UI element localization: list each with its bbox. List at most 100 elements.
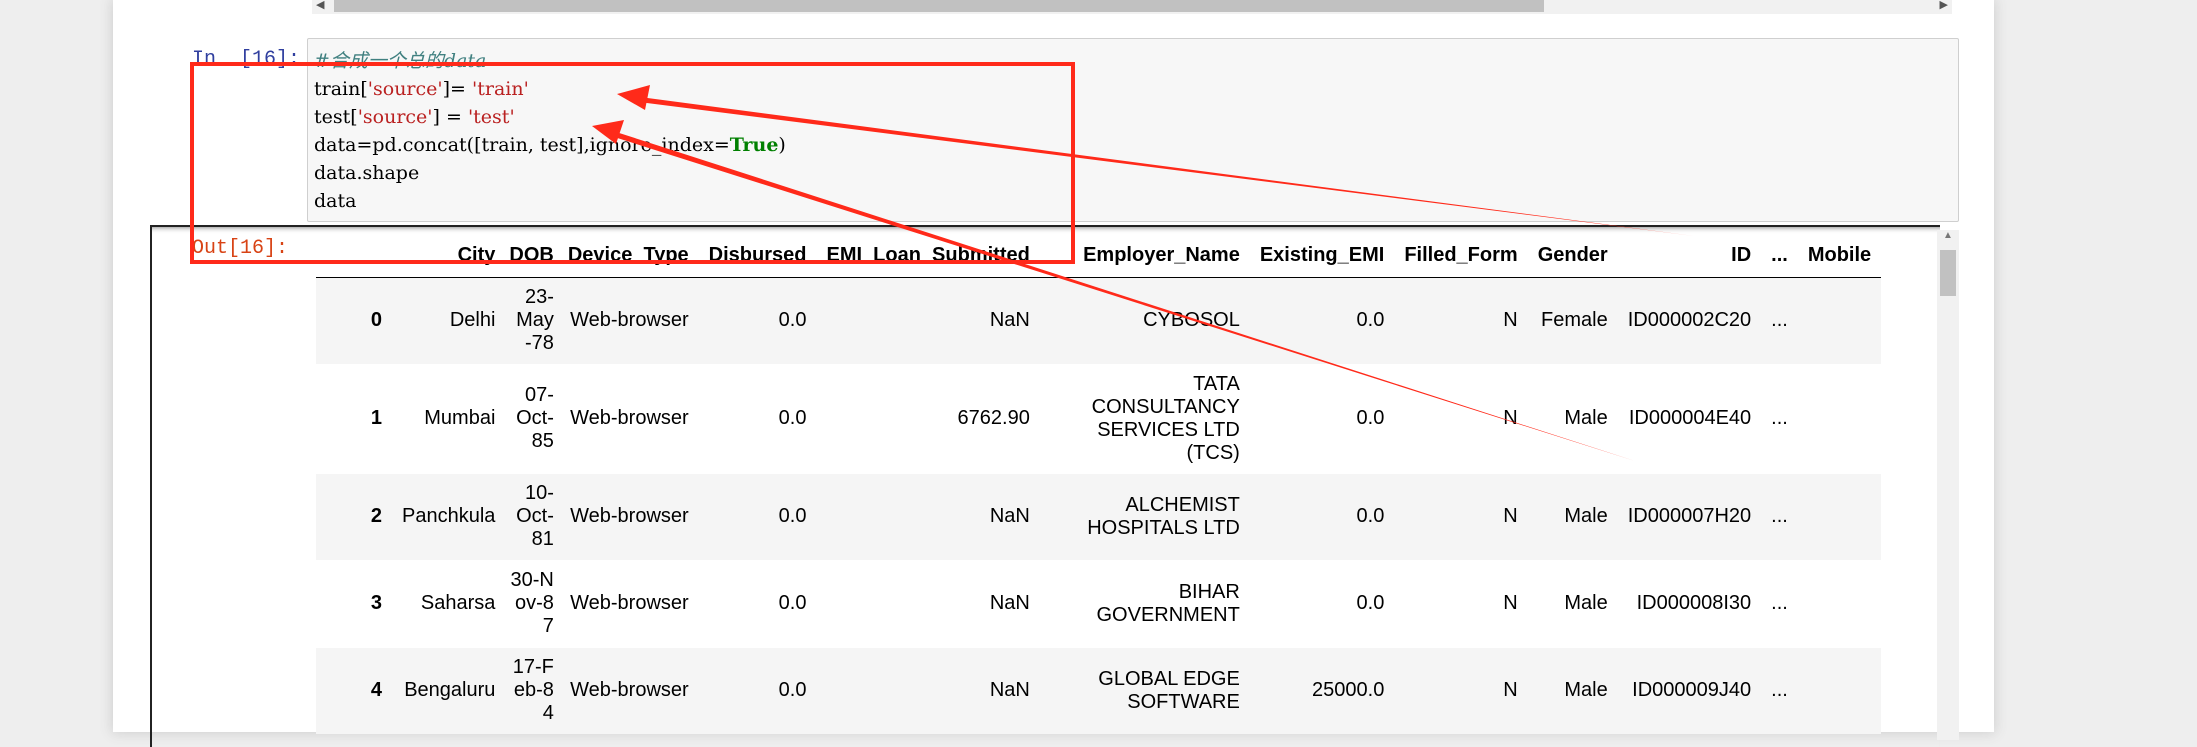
cell-filled-form: N [1503, 407, 1518, 429]
scrollbar-thumb[interactable] [334, 0, 1544, 12]
row-index: 0 [370, 309, 382, 332]
code-token: train[ [314, 78, 368, 100]
cell-id: ID000004E40 [1628, 407, 1752, 429]
cell-filled-form: N [1503, 309, 1518, 332]
code-line-2: train['source']= 'train' [314, 75, 1952, 103]
cell-mobile [1798, 364, 1881, 474]
dob-text: 07-Oct-85 [516, 384, 554, 452]
cell-employer: ALCHEMIST HOSPITALS LTD [1087, 493, 1240, 539]
cell-emi-loan: 6762.90 [957, 407, 1030, 429]
cell-device: Web-browser [570, 505, 689, 527]
code-keyword: True [729, 134, 779, 156]
cell-existing-emi: 0.0 [1356, 505, 1385, 527]
cell-filled-form: N [1503, 505, 1518, 527]
cell-employer: GLOBAL EDGE SOFTWARE [1098, 667, 1240, 713]
column-header [316, 233, 392, 278]
horizontal-scrollbar[interactable]: ◀ ▶ [312, 0, 1952, 14]
cell-employer: CYBOSOL [1143, 309, 1240, 332]
row-index: 4 [370, 679, 382, 701]
cell-ellipsis: ... [1771, 309, 1788, 332]
code-editor[interactable]: #合成一个总的data train['source']= 'train' tes… [307, 38, 1959, 222]
cell-ellipsis: ... [1771, 592, 1788, 614]
cell-id: ID000007H20 [1627, 505, 1752, 527]
cell-disbursed: 0.0 [778, 505, 807, 527]
vertical-scrollbar[interactable]: ▲ [1937, 230, 1959, 740]
column-header: Existing_EMI [1249, 233, 1395, 278]
cell-disbursed: 0.0 [778, 407, 807, 429]
code-token: ] = [432, 106, 468, 128]
code-comment: #合成一个总的data [314, 50, 487, 72]
cell-existing-emi: 0.0 [1356, 592, 1385, 614]
code-string: 'source' [367, 78, 443, 100]
cell-emi-loan: NaN [989, 592, 1030, 614]
cell-device: Web-browser [570, 407, 689, 429]
column-header: Gender [1527, 233, 1618, 278]
cell-dob: 07-Oct-85 [505, 364, 557, 474]
cell-disbursed: 0.0 [778, 592, 807, 614]
column-header: Filled_Form [1394, 233, 1528, 278]
cell-city: Delhi [449, 309, 496, 332]
scroll-right-icon[interactable]: ▶ [1940, 0, 1948, 11]
cell-dob: 10-Oct-81 [505, 474, 557, 560]
code-token: data=pd.concat([train, test],ignore_inde… [314, 134, 730, 156]
cell-existing-emi: 25000.0 [1312, 679, 1385, 701]
cell-emi-loan: NaN [989, 505, 1030, 527]
output-prompt: Out[16]: [192, 237, 289, 260]
column-header: Mobile [1797, 233, 1882, 278]
cell-dob: 17-Feb-84 [505, 648, 557, 734]
code-line-5: data.shape [314, 162, 420, 184]
cell-device: Web-browser [570, 309, 689, 332]
table-header-row: City DOB Device_Type Disbursed EMI_Loan_… [316, 233, 1882, 278]
cell-gender: Male [1564, 505, 1608, 527]
table-row: 3 Saharsa 30-Nov-87 Web-browser 0.0 NaN … [316, 559, 1882, 648]
cell-gender: Male [1564, 592, 1608, 614]
cell-disbursed: 0.0 [778, 309, 807, 332]
cell-ellipsis: ... [1771, 505, 1788, 527]
table-row: 2 Panchkula 10-Oct-81 Web-browser 0.0 Na… [316, 473, 1882, 560]
code-string: 'test' [467, 106, 515, 128]
cell-city: Bengaluru [404, 679, 496, 701]
cell-employer: BIHAR GOVERNMENT [1096, 580, 1240, 626]
code-string: 'train' [472, 78, 529, 100]
scrollbar-thumb[interactable] [1940, 250, 1956, 296]
cell-device: Web-browser [570, 592, 689, 614]
code-line-6: data [314, 190, 357, 212]
dataframe-table: City DOB Device_Type Disbursed EMI_Loan_… [316, 233, 1882, 734]
cell-emi-loan: NaN [989, 309, 1030, 332]
cell-emi-loan: NaN [989, 679, 1030, 701]
cell-city: Mumbai [424, 407, 496, 429]
row-index: 2 [370, 505, 382, 527]
code-token: test[ [314, 106, 358, 128]
table-row: 1 Mumbai 07-Oct-85 Web-browser 0.0 6762.… [316, 363, 1882, 474]
cell-existing-emi: 0.0 [1356, 309, 1385, 332]
input-prompt: In [16]: [192, 48, 301, 71]
cell-id: ID000002C20 [1627, 309, 1752, 332]
column-header: ID [1617, 233, 1762, 278]
cell-dob: 30-Nov-87 [505, 560, 557, 648]
cell-ellipsis: ... [1771, 407, 1788, 429]
cell-filled-form: N [1503, 679, 1518, 701]
scroll-left-icon[interactable]: ◀ [316, 0, 324, 11]
cell-mobile [1798, 278, 1881, 364]
code-string: 'source' [357, 106, 433, 128]
row-index: 3 [370, 592, 382, 614]
cell-mobile [1798, 474, 1881, 560]
code-token: ) [778, 134, 786, 156]
row-index: 1 [370, 407, 382, 429]
dob-text: 23-May-78 [516, 286, 554, 355]
cell-id: ID000008I30 [1636, 592, 1752, 614]
cell-gender: Male [1564, 407, 1608, 429]
cell-gender: Male [1564, 679, 1608, 701]
column-header: ... [1761, 233, 1798, 278]
dob-text: 10-Oct-81 [516, 482, 554, 550]
scroll-up-icon[interactable]: ▲ [1943, 230, 1953, 241]
code-line-1: #合成一个总的data [314, 47, 1952, 75]
dob-text: 17-Feb-84 [512, 656, 554, 724]
table-row: 0 Delhi 23-May-78 Web-browser 0.0 NaN CY… [316, 277, 1882, 364]
column-header: Employer_Name [1039, 233, 1250, 278]
cell-gender: Female [1541, 309, 1608, 332]
cell-mobile [1798, 648, 1881, 734]
cell-city: Saharsa [420, 592, 496, 614]
table-row: 4 Bengaluru 17-Feb-84 Web-browser 0.0 Na… [316, 647, 1882, 734]
cell-id: ID000009J40 [1632, 679, 1752, 701]
